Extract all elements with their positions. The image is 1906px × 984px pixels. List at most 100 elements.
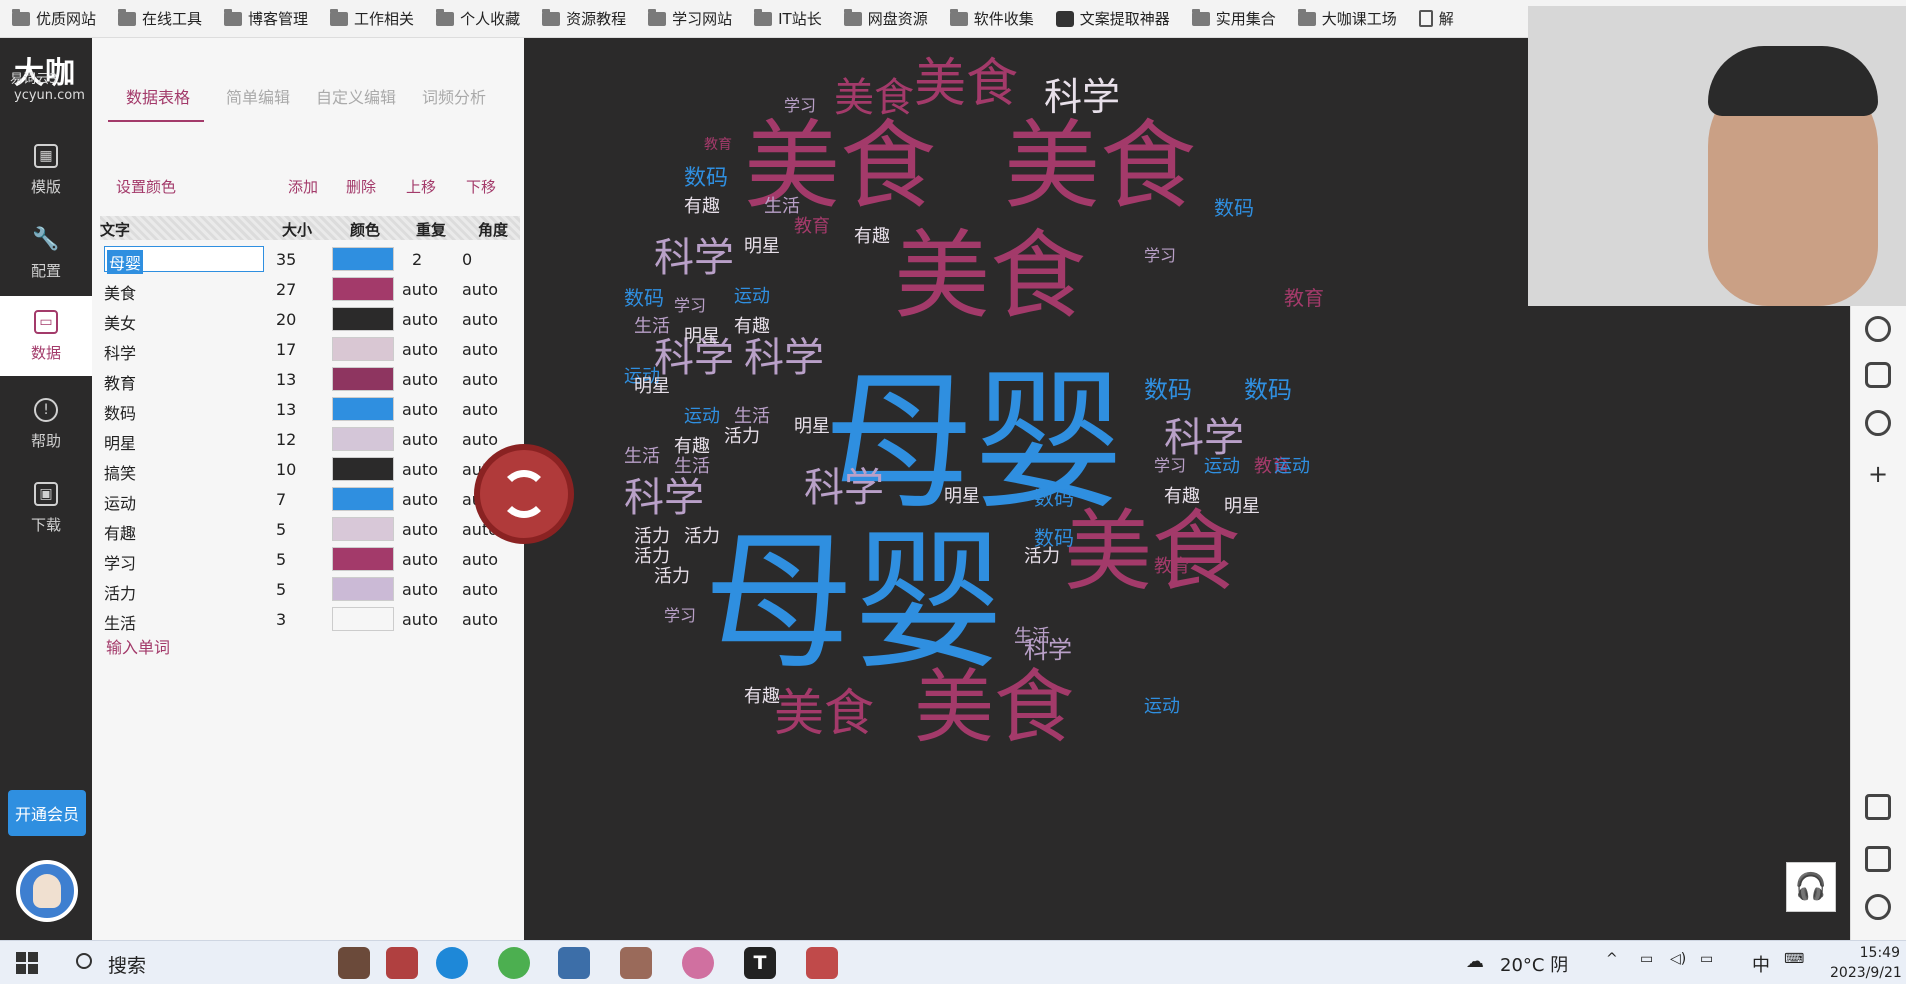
- taskbar-app-icon[interactable]: [386, 947, 418, 979]
- table-row[interactable]: 母婴 35 2 0: [92, 244, 524, 274]
- table-row[interactable]: 学习 5 auto auto: [92, 544, 524, 574]
- cloud-word: 教育: [1284, 286, 1324, 310]
- table-row[interactable]: 科学 17 auto auto: [92, 334, 524, 364]
- cloud-word: 生活: [1014, 626, 1050, 647]
- color-swatch[interactable]: [332, 577, 394, 601]
- column-repeat: 重复: [416, 221, 447, 239]
- table-row[interactable]: 运动7autoauto: [92, 484, 524, 514]
- bookmark-item[interactable]: 解: [1418, 8, 1454, 29]
- color-swatch[interactable]: [332, 367, 394, 391]
- tab-data-table[interactable]: 数据表格: [126, 84, 190, 108]
- battery-icon[interactable]: ▭: [1700, 951, 1713, 967]
- screenshot-icon[interactable]: [1865, 794, 1891, 820]
- tab-custom-edit[interactable]: 自定义编辑: [316, 84, 396, 108]
- color-swatch[interactable]: [332, 517, 394, 541]
- avatar[interactable]: [16, 860, 78, 922]
- bookmark-item[interactable]: 资源教程: [542, 8, 626, 29]
- bookmark-item[interactable]: 个人收藏: [436, 8, 520, 29]
- move-up-button[interactable]: 上移: [406, 176, 436, 197]
- template-icon: ▦: [34, 143, 58, 168]
- bookmark-item[interactable]: 网盘资源: [843, 8, 928, 29]
- bookmark-item[interactable]: 软件收集: [949, 8, 1034, 29]
- color-swatch[interactable]: [332, 337, 394, 361]
- table-row[interactable]: 数码 13 auto auto: [92, 394, 524, 424]
- table-row[interactable]: 教育 13 auto auto: [92, 364, 524, 394]
- color-swatch[interactable]: [332, 457, 394, 481]
- refresh-button[interactable]: [474, 444, 574, 544]
- bookmark-item[interactable]: 实用集合: [1191, 8, 1276, 29]
- data-panel: 数据表格 简单编辑 自定义编辑 词频分析 设置颜色 添加 删除 上移 下移 文字…: [92, 38, 524, 940]
- taskbar-app-icon[interactable]: [806, 947, 838, 979]
- windows-start-icon[interactable]: [16, 952, 38, 974]
- bookmark-item[interactable]: IT站长: [754, 8, 822, 29]
- word-field[interactable]: 母婴: [104, 246, 264, 274]
- color-swatch[interactable]: [332, 487, 394, 511]
- vip-button[interactable]: 开通会员: [8, 790, 86, 836]
- headset-icon[interactable]: 🎧: [1786, 862, 1836, 912]
- word-table: 母婴 35 2 0 美食 27 auto auto 美女 20 auto auto 科学 17…: [92, 244, 524, 634]
- color-swatch[interactable]: [332, 547, 394, 571]
- add-word-input[interactable]: 输入单词: [106, 634, 170, 658]
- color-swatch[interactable]: [332, 277, 394, 301]
- table-row[interactable]: 美食 27 auto auto: [92, 274, 524, 304]
- folder-icon: [843, 8, 862, 26]
- volume-icon[interactable]: ◁): [1670, 951, 1686, 967]
- network-icon[interactable]: ▭: [1640, 951, 1653, 967]
- color-swatch[interactable]: [332, 427, 394, 451]
- sidebar-item-help[interactable]: ! 帮助: [0, 384, 92, 464]
- chrome-icon[interactable]: [498, 947, 530, 979]
- taskbar-app-icon[interactable]: [620, 947, 652, 979]
- table-row[interactable]: 有趣 5 auto auto: [92, 514, 524, 544]
- move-down-button[interactable]: 下移: [466, 176, 496, 197]
- table-row[interactable]: 活力 5 auto auto: [92, 574, 524, 604]
- add-button[interactable]: 添加: [288, 176, 318, 197]
- bookmark-item[interactable]: 大咖课工场: [1297, 8, 1397, 29]
- table-row[interactable]: 搞笑10autoauto: [92, 454, 524, 484]
- cloud-word: 运动: [1144, 696, 1180, 717]
- bookmark-item[interactable]: 博客管理: [224, 8, 308, 29]
- tab-simple-edit[interactable]: 简单编辑: [226, 84, 290, 108]
- bookmark-item[interactable]: 在线工具: [118, 8, 202, 29]
- bookmark-item[interactable]: 学习网站: [648, 8, 732, 29]
- system-clock[interactable]: 15:49 2023/9/21: [1830, 943, 1902, 983]
- color-swatch[interactable]: [332, 307, 394, 331]
- presenter-hair: [1708, 46, 1878, 116]
- sidebar-item-config[interactable]: 🔧 配置: [0, 214, 92, 294]
- chevron-up-icon[interactable]: ^: [1606, 951, 1618, 967]
- search-icon[interactable]: [76, 953, 92, 969]
- webcam-overlay: [1528, 6, 1906, 306]
- bookmark-item[interactable]: 优质网站: [12, 8, 96, 29]
- color-swatch[interactable]: [332, 397, 394, 421]
- taskbar-app-icon[interactable]: [682, 947, 714, 979]
- taskbar-app-icon[interactable]: [338, 947, 370, 979]
- input-method-indicator[interactable]: 中: [1752, 951, 1770, 977]
- bookmark-item[interactable]: 工作相关: [330, 8, 414, 29]
- set-color-button[interactable]: 设置颜色: [116, 176, 176, 197]
- extension-icon[interactable]: [1865, 410, 1891, 436]
- app-sidebar: 大咖 易词云3 ycyun.com ▦ 模版 🔧 配置 ▭ 数据 ! 帮助 ▣ …: [0, 38, 92, 940]
- cloud-word: 数码: [1034, 526, 1074, 550]
- settings-gear-icon[interactable]: [1865, 894, 1891, 920]
- sidebar-item-download[interactable]: ▣ 下载: [0, 468, 92, 548]
- delete-button[interactable]: 删除: [346, 176, 376, 197]
- ime-toolbar-icon[interactable]: ⌨: [1784, 951, 1804, 967]
- edge-browser-icon[interactable]: [436, 947, 468, 979]
- taskbar: 搜索 T ☁ 20°C 阴 ^ ▭ ◁) ▭ 中 ⌨ 15:49 2023/9/…: [0, 940, 1906, 984]
- open-external-icon[interactable]: [1865, 846, 1891, 872]
- taskbar-search[interactable]: 搜索: [108, 951, 146, 978]
- typora-icon[interactable]: T: [744, 947, 776, 979]
- table-row[interactable]: 美女 20 auto auto: [92, 304, 524, 334]
- taskbar-app-icon[interactable]: [558, 947, 590, 979]
- table-row[interactable]: 明星 12 auto auto: [92, 424, 524, 454]
- sidebar-item-data[interactable]: ▭ 数据: [0, 296, 92, 376]
- bookmark-item[interactable]: 文案提取神器: [1055, 8, 1170, 29]
- color-swatch[interactable]: [332, 607, 394, 631]
- tools-icon[interactable]: [1865, 362, 1891, 388]
- sidebar-item-template[interactable]: ▦ 模版: [0, 130, 92, 210]
- plus-icon[interactable]: +: [1865, 462, 1891, 488]
- tab-frequency-analysis[interactable]: 词频分析: [422, 84, 486, 108]
- copilot-icon[interactable]: [1865, 316, 1891, 342]
- weather-text[interactable]: 20°C 阴: [1500, 951, 1568, 977]
- table-row[interactable]: 生活 3 auto auto: [92, 604, 524, 634]
- color-swatch[interactable]: [332, 247, 394, 271]
